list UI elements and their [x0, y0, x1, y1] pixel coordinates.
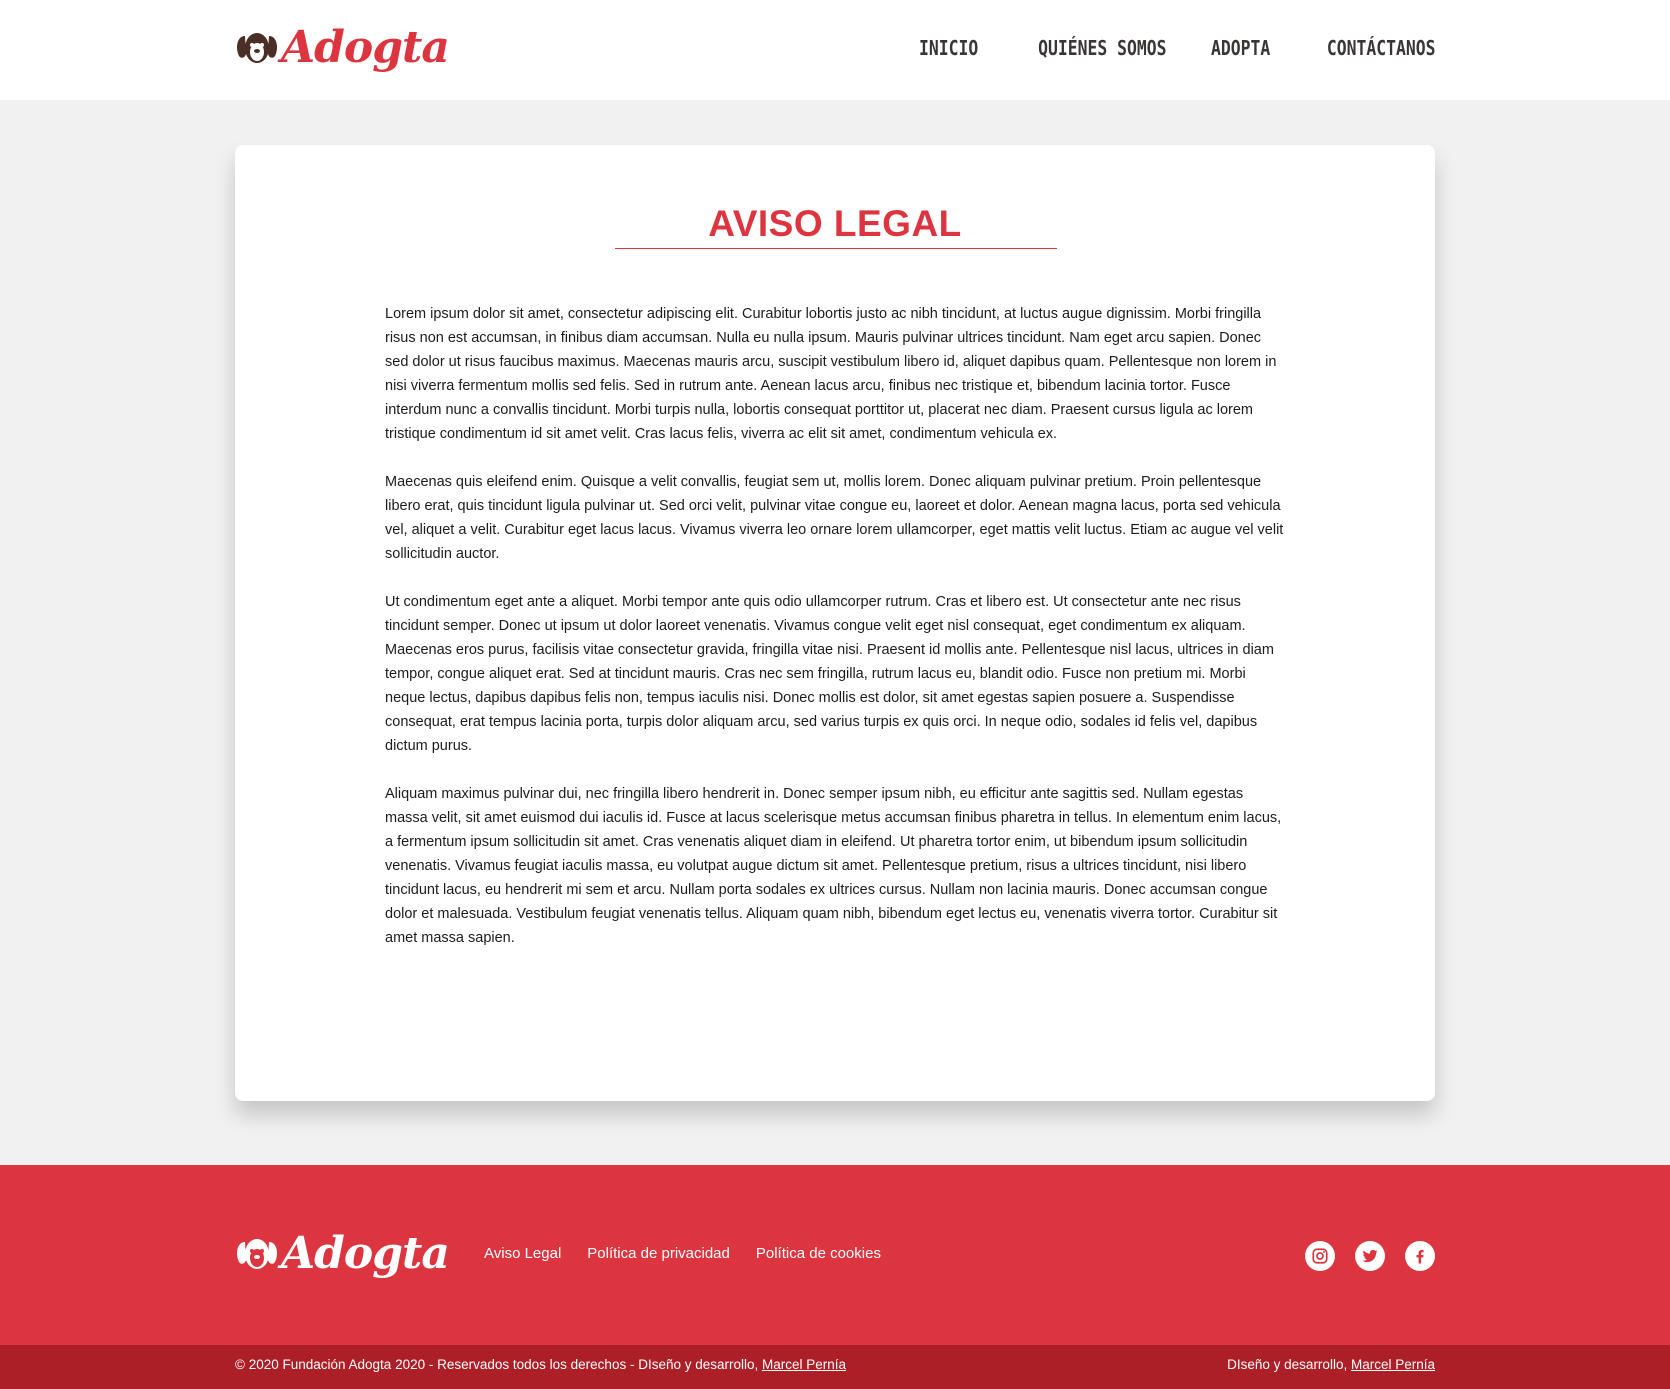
social-links	[1305, 1241, 1435, 1271]
nav-item-quienes-somos[interactable]: QUIÉNES SOMOS	[1038, 36, 1166, 60]
header-logo[interactable]: Adogta	[235, 22, 450, 73]
copyright-text: © 2020 Fundación Adogta 2020 - Reservado…	[235, 1357, 763, 1372]
credit-text: DIseño y desarrollo,	[1227, 1357, 1351, 1372]
paragraph: Lorem ipsum dolor sit amet, consectetur …	[385, 306, 1277, 442]
nav-item-adopta[interactable]: ADOPTA	[1211, 36, 1270, 60]
copyright: © 2020 Fundación Adogta 2020 - Reservado…	[235, 1357, 846, 1372]
footer-logo[interactable]: Adogta	[235, 1228, 450, 1279]
title-divider	[615, 248, 1057, 249]
legal-content-card: AVISO LEGAL Lorem ipsum dolor sit amet, …	[235, 145, 1435, 1101]
main-nav: INICIO QUIÉNES SOMOS ADOPTA CONTÁCTANOS	[906, 36, 1435, 60]
site-header: Adogta INICIO QUIÉNES SOMOS ADOPTA CONTÁ…	[0, 0, 1670, 100]
footer-link-privacidad[interactable]: Política de privacidad	[587, 1245, 730, 1262]
paragraph: Ut condimentum eget ante a aliquet. Morb…	[385, 594, 1274, 754]
footer-link-aviso-legal[interactable]: Aviso Legal	[484, 1245, 561, 1262]
design-credit: DIseño y desarrollo, Marcel Pernía	[1227, 1357, 1435, 1372]
twitter-icon	[1362, 1249, 1378, 1263]
brand-name: Adogta	[281, 22, 450, 73]
dog-face-icon	[237, 1239, 277, 1269]
nav-item-contactanos[interactable]: CONTÁCTANOS	[1326, 36, 1435, 60]
page-title: AVISO LEGAL	[708, 203, 962, 244]
paragraph: Maecenas quis eleifend enim. Quisque a v…	[385, 474, 1284, 562]
instagram-button[interactable]	[1305, 1241, 1335, 1271]
designer-link-right[interactable]: Marcel Pernía	[1351, 1357, 1435, 1372]
facebook-icon	[1416, 1250, 1424, 1264]
dog-face-icon	[237, 33, 277, 63]
facebook-button[interactable]	[1405, 1241, 1435, 1271]
footer-links: Aviso Legal Política de privacidad Polít…	[484, 1245, 881, 1262]
paragraph: Aliquam maximus pulvinar dui, nec fringi…	[385, 786, 1282, 946]
instagram-icon	[1312, 1248, 1328, 1264]
brand-name: Adogta	[281, 1228, 450, 1279]
nav-item-inicio[interactable]: INICIO	[919, 36, 978, 60]
designer-link[interactable]: Marcel Pernía	[762, 1357, 846, 1372]
footer-link-cookies[interactable]: Política de cookies	[756, 1245, 881, 1262]
twitter-button[interactable]	[1355, 1241, 1385, 1271]
legal-text: Lorem ipsum dolor sit amet, consectetur …	[385, 302, 1287, 974]
